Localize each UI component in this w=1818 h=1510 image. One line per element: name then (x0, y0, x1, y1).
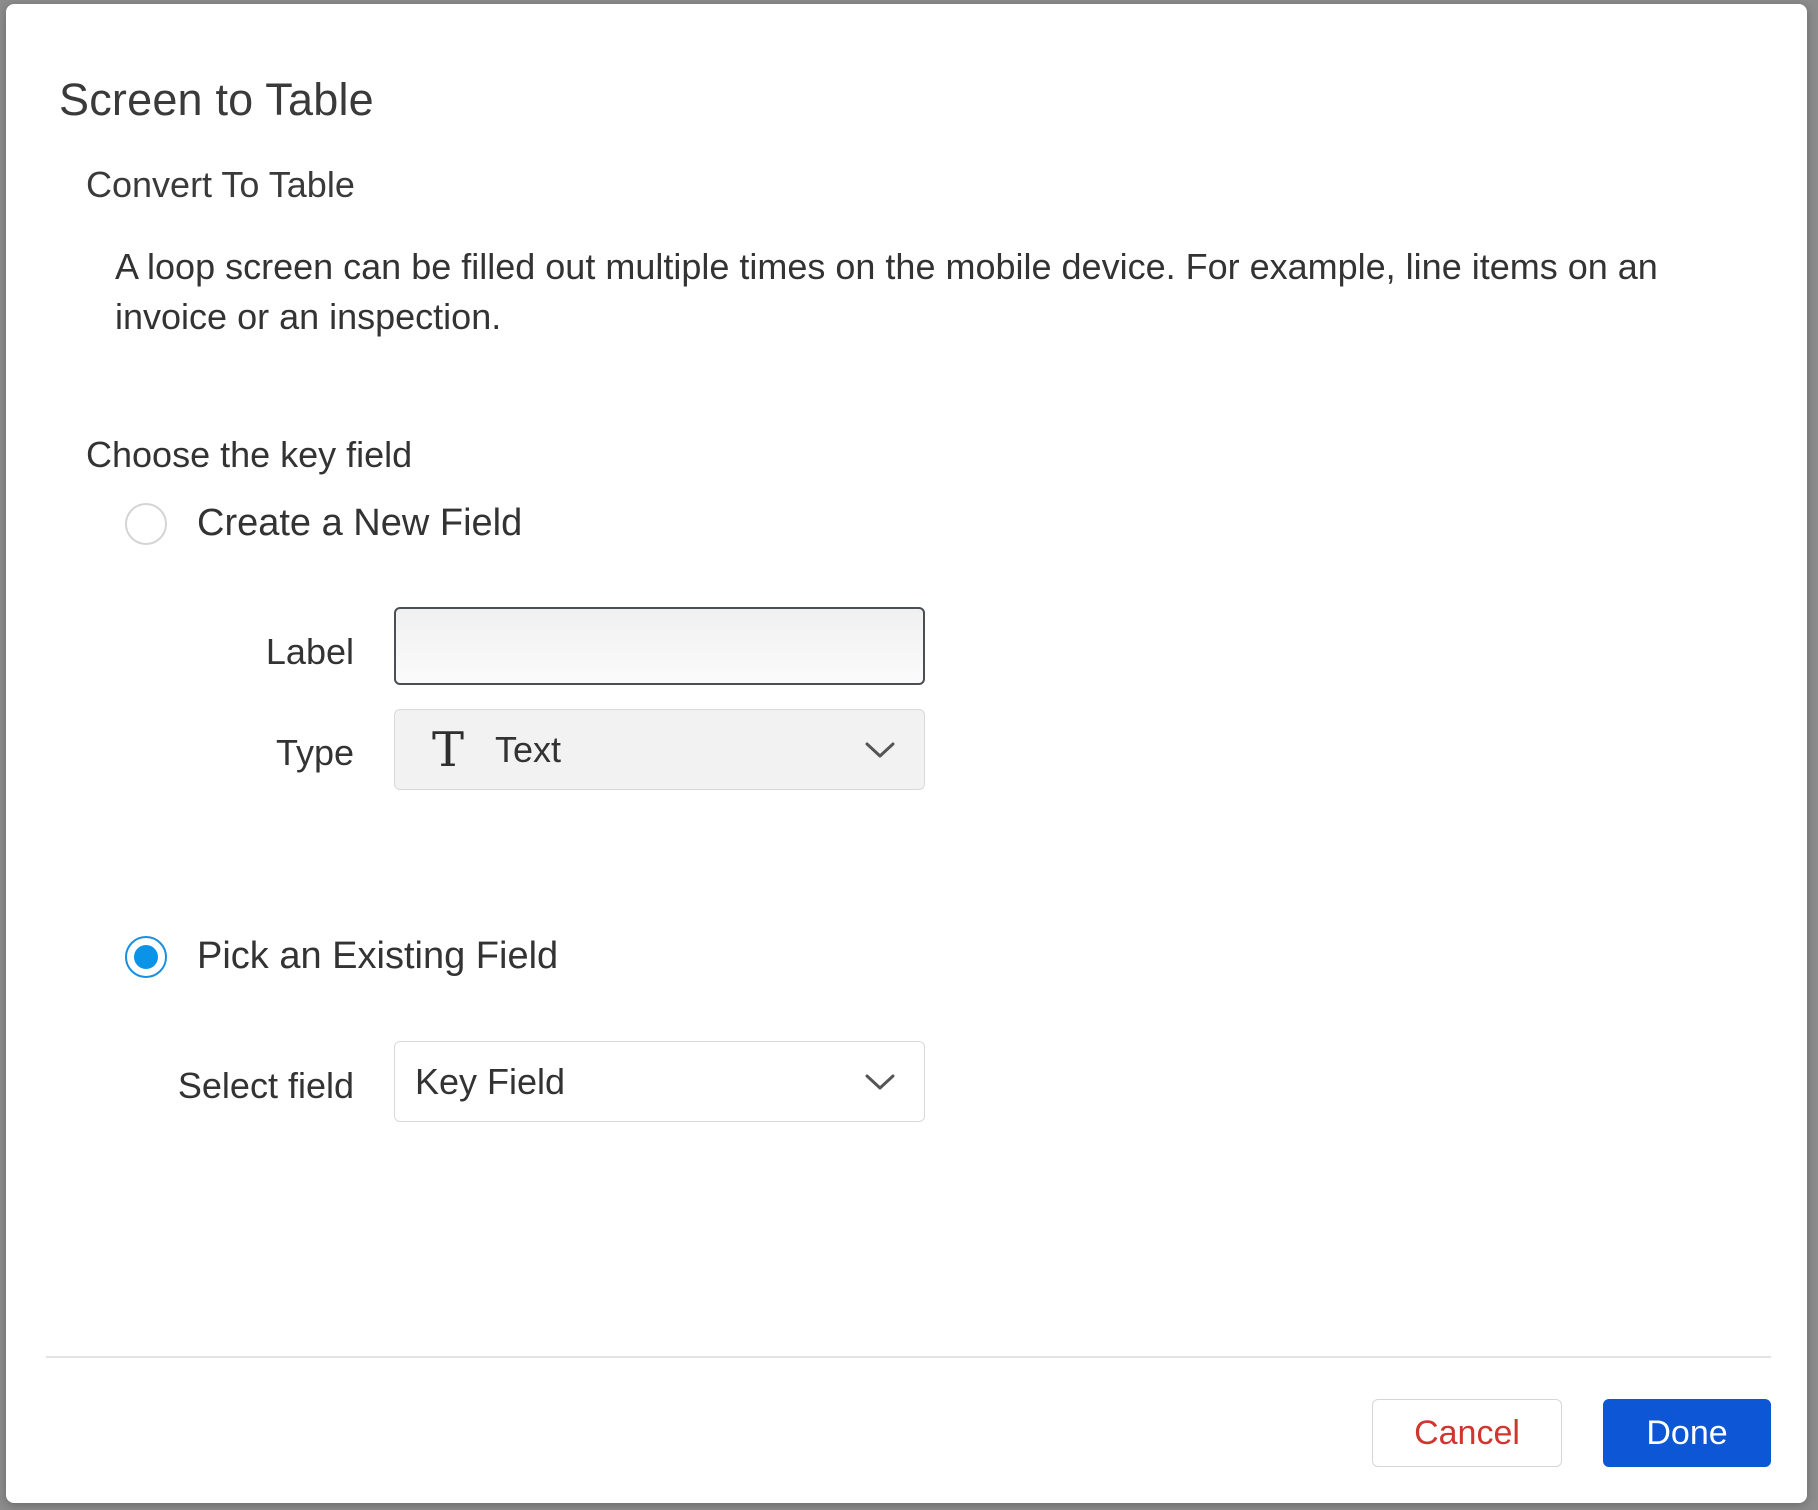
key-field-section-label: Choose the key field (86, 434, 413, 475)
type-select-value: Text (495, 728, 562, 770)
existing-field-select[interactable]: Key Field (394, 1041, 925, 1122)
type-field-caption: Type (275, 732, 354, 773)
footer-divider (46, 1356, 1771, 1358)
pick-existing-field-option[interactable]: Pick an Existing Field (125, 935, 558, 978)
pick-existing-field-radio[interactable] (125, 935, 167, 978)
done-button[interactable]: Done (1603, 1399, 1771, 1467)
dialog-description: A loop screen can be filled out multiple… (115, 246, 1658, 337)
chevron-down-icon (865, 742, 895, 757)
create-new-field-option[interactable]: Create a New Field (125, 502, 522, 545)
create-new-field-label: Create a New Field (197, 502, 523, 544)
text-type-icon: T (431, 721, 464, 778)
create-new-field-radio[interactable] (125, 502, 167, 545)
dialog-subtitle: Convert To Table (86, 164, 355, 205)
dialog-title: Screen to Table (59, 74, 374, 125)
existing-field-select-value: Key Field (415, 1060, 566, 1102)
pick-existing-field-label: Pick an Existing Field (197, 935, 559, 977)
type-select[interactable]: T Text (394, 709, 925, 790)
chevron-down-icon (865, 1074, 895, 1089)
select-field-caption: Select field (177, 1065, 354, 1106)
label-field-caption: Label (265, 631, 354, 672)
screen-to-table-dialog: Screen to Table Convert To Table A loop … (6, 4, 1807, 1503)
cancel-button[interactable]: Cancel (1372, 1399, 1562, 1467)
label-input[interactable] (394, 607, 925, 685)
